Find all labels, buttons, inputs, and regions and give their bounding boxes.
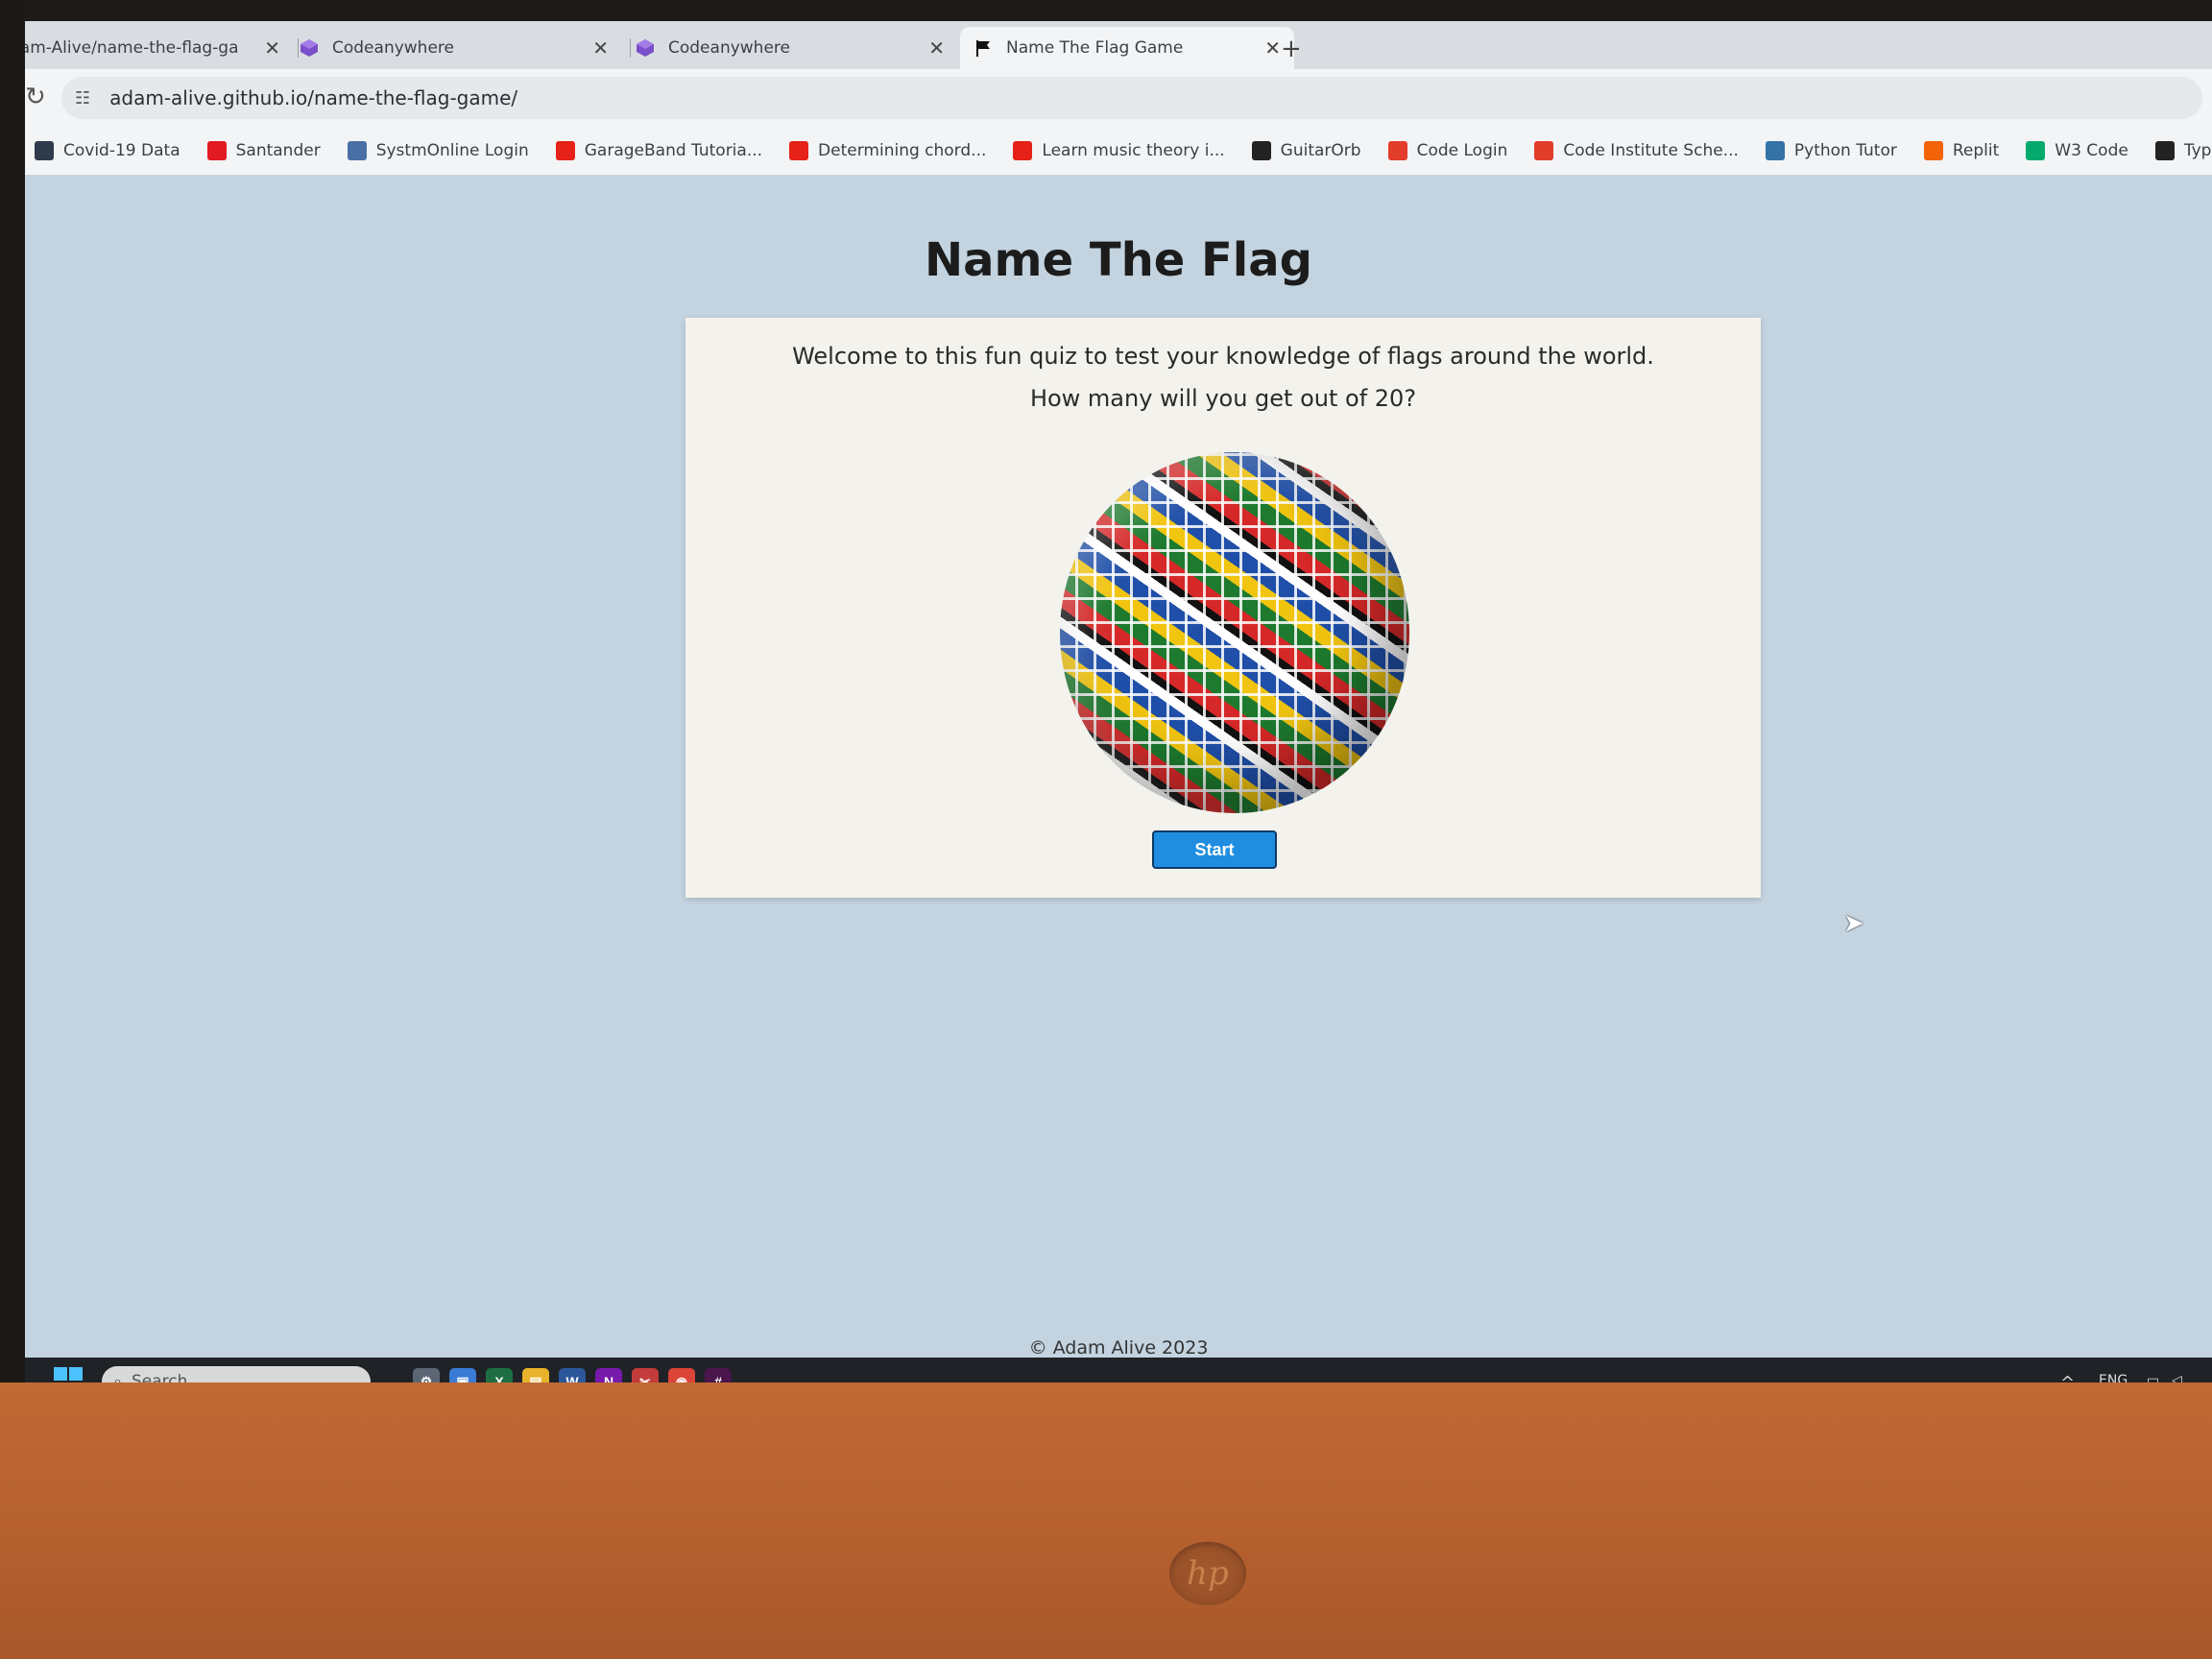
tab-label: Name The Flag Game bbox=[1006, 38, 1184, 58]
monitor-bezel-top bbox=[0, 0, 2212, 21]
mouse-cursor-icon: ➤ bbox=[1843, 909, 1864, 938]
flag-icon bbox=[976, 40, 990, 57]
monitor-bezel-left bbox=[0, 0, 25, 1421]
bookmark-label: Santander bbox=[235, 141, 321, 160]
bookmark-youtube[interactable]: Determining chord... bbox=[789, 141, 986, 160]
screen: dam-Alive/name-the-flag-ga ✕ Codeanywher… bbox=[25, 21, 2212, 1384]
bookmarks-bar: Covid-19 Data Santander SystmOnline Login G… bbox=[25, 127, 2212, 176]
bookmark-label: Python Tutor bbox=[1793, 141, 1897, 160]
bookmark-code-institute[interactable]: Code Institute Sche... bbox=[1534, 141, 1739, 160]
bookmark-label: Code Login bbox=[1416, 141, 1508, 160]
bookmark-systmonline[interactable]: SystmOnline Login bbox=[347, 141, 529, 160]
tab-strip: dam-Alive/name-the-flag-ga ✕ Codeanywher… bbox=[25, 21, 2212, 69]
tab-label: Codeanywhere bbox=[332, 38, 454, 58]
bookmark-label: Typing Course bbox=[2183, 141, 2212, 160]
close-icon[interactable]: ✕ bbox=[1264, 36, 1281, 60]
tab-label: Codeanywhere bbox=[668, 38, 790, 58]
python-icon bbox=[1765, 141, 1785, 160]
close-icon[interactable]: ✕ bbox=[592, 36, 609, 60]
bookmark-replit[interactable]: Replit bbox=[1923, 141, 2000, 160]
guitarorb-icon bbox=[1251, 141, 1271, 160]
santander-icon bbox=[206, 141, 227, 160]
web-page: Name The Flag Welcome to this fun quiz t… bbox=[25, 176, 2212, 1384]
bookmark-label: Learn music theory i... bbox=[1042, 141, 1225, 160]
address-bar[interactable]: ☷ adam-alive.github.io/name-the-flag-gam… bbox=[61, 77, 2202, 119]
youtube-icon bbox=[1013, 141, 1033, 160]
typing-icon bbox=[2154, 141, 2175, 160]
site-info-icon[interactable]: ☷ bbox=[75, 88, 90, 108]
close-icon[interactable]: ✕ bbox=[928, 36, 945, 60]
intro-text: Welcome to this fun quiz to test your kn… bbox=[792, 343, 1654, 370]
bookmark-youtube[interactable]: Learn music theory i... bbox=[1013, 141, 1225, 160]
tab-github-repo[interactable]: dam-Alive/name-the-flag-ga ✕ bbox=[25, 27, 294, 69]
tab-codeanywhere-1[interactable]: Codeanywhere ✕ bbox=[286, 27, 622, 69]
tab-label: dam-Alive/name-the-flag-ga bbox=[25, 38, 239, 58]
footer-copyright: © Adam Alive 2023 bbox=[1028, 1337, 1209, 1358]
bookmark-code-institute[interactable]: Code Login bbox=[1387, 141, 1508, 160]
url-text[interactable]: adam-alive.github.io/name-the-flag-game/ bbox=[109, 86, 517, 109]
covid-icon bbox=[35, 141, 54, 160]
bookmark-guitarorb[interactable]: GuitarOrb bbox=[1251, 141, 1361, 160]
bookmark-label: SystmOnline Login bbox=[375, 141, 529, 160]
page-title: Name The Flag bbox=[924, 233, 1312, 287]
bookmark-label: Replit bbox=[1952, 141, 2000, 160]
systmonline-icon bbox=[347, 141, 367, 160]
hp-logo: hp bbox=[1169, 1542, 1246, 1605]
youtube-icon bbox=[555, 141, 575, 160]
new-tab-button[interactable]: + bbox=[1281, 35, 1302, 63]
codeanywhere-icon bbox=[637, 39, 654, 57]
youtube-icon bbox=[789, 141, 809, 160]
bookmark-santander[interactable]: Santander bbox=[206, 141, 321, 160]
tab-name-the-flag-game[interactable]: Name The Flag Game ✕ bbox=[960, 27, 1294, 69]
bookmark-label: GuitarOrb bbox=[1280, 141, 1361, 160]
bookmark-label: Determining chord... bbox=[818, 141, 987, 160]
tab-codeanywhere-2[interactable]: Codeanywhere ✕ bbox=[622, 27, 958, 69]
codeanywhere-icon bbox=[301, 39, 318, 57]
bookmark-label: Covid-19 Data bbox=[63, 141, 180, 160]
close-icon[interactable]: ✕ bbox=[264, 36, 280, 60]
bookmark-covid[interactable]: Covid-19 Data bbox=[35, 141, 180, 160]
flag-globe-image bbox=[1060, 452, 1409, 813]
bookmark-python[interactable]: Python Tutor bbox=[1765, 141, 1897, 160]
bookmark-label: Code Institute Sche... bbox=[1563, 141, 1739, 160]
monitor-frame bbox=[0, 1382, 2212, 1659]
code-institute-icon bbox=[1534, 141, 1554, 160]
windows-taskbar: ⌕ Search ⚙ ▣ X ▤ W N ✂ ◉ # ^ ENG ▭ ◁ bbox=[25, 1358, 2212, 1384]
bookmark-youtube[interactable]: GarageBand Tutoria... bbox=[555, 141, 763, 160]
browser-toolbar: ↻ ☷ adam-alive.github.io/name-the-flag-g… bbox=[25, 69, 2212, 127]
bookmark-w3schools[interactable]: W3 Code bbox=[2026, 141, 2128, 160]
question-count-text: How many will you get out of 20? bbox=[1029, 385, 1417, 412]
start-button[interactable]: Start bbox=[1152, 830, 1277, 869]
bookmark-typing[interactable]: Typing Course bbox=[2154, 141, 2212, 160]
w3schools-icon bbox=[2026, 141, 2046, 160]
reload-icon[interactable]: ↻ bbox=[25, 83, 46, 111]
bookmark-label: W3 Code bbox=[2055, 141, 2128, 160]
replit-icon bbox=[1923, 141, 1943, 160]
code-institute-icon bbox=[1387, 141, 1407, 160]
quiz-card: Welcome to this fun quiz to test your kn… bbox=[685, 318, 1761, 898]
bookmark-label: GarageBand Tutoria... bbox=[584, 141, 763, 160]
